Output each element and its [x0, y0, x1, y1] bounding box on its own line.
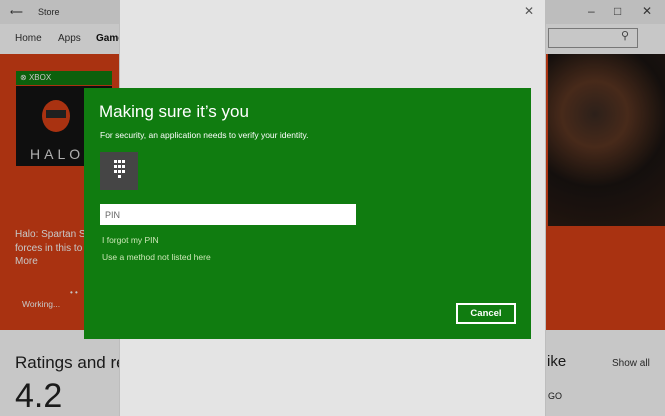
forgot-pin-link[interactable]: I forgot my PIN [102, 235, 159, 245]
pin-input[interactable] [100, 204, 356, 225]
dialog-subtitle: For security, an application needs to ve… [100, 130, 309, 140]
keypad-icon [100, 152, 138, 190]
other-method-link[interactable]: Use a method not listed here [102, 252, 211, 262]
cancel-button[interactable]: Cancel [456, 303, 516, 324]
close-icon[interactable]: ✕ [524, 4, 534, 18]
dialog-title: Making sure it’s you [99, 102, 249, 121]
